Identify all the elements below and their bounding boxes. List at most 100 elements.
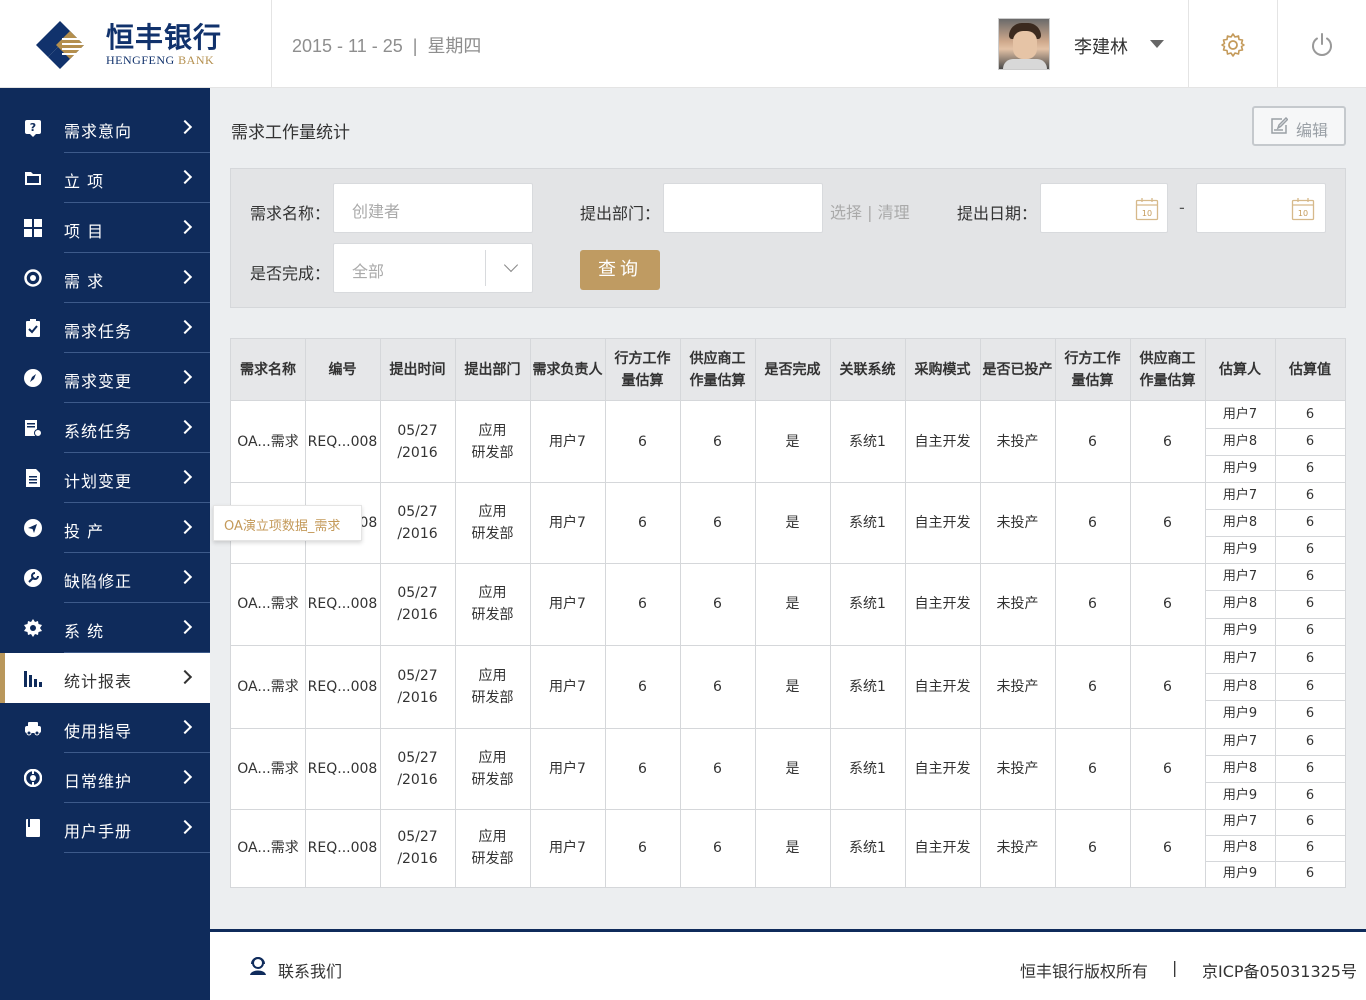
cell-estimator: 用户8 xyxy=(1222,596,1258,611)
sidebar-item-demand-task[interactable]: 需求任务 xyxy=(0,303,210,353)
doc-edit-icon xyxy=(25,420,42,437)
cell-estimate-value: 6 xyxy=(1305,706,1315,722)
sidebar-item-project-setup[interactable]: 立 项 xyxy=(0,153,210,203)
cell-text: 未投产 xyxy=(996,514,1039,531)
caret-down-icon[interactable] xyxy=(1150,40,1164,48)
sidebar-item-label: 需求变更 xyxy=(64,372,133,391)
cell-text: OA...需求 xyxy=(237,433,299,450)
column-header-text: 行方工作 xyxy=(614,351,671,367)
power-icon[interactable] xyxy=(1309,32,1335,58)
demand-name-input[interactable]: 创建者 xyxy=(333,183,533,233)
completed-select[interactable]: 全部 xyxy=(333,243,533,293)
bank-logo[interactable]: 恒丰银行 HENGFENG BANK xyxy=(36,20,236,70)
submit-date-label: 提出日期： xyxy=(957,204,1038,223)
cell-text: 是 xyxy=(785,760,800,777)
sidebar-item-demand[interactable]: 需 求 xyxy=(0,253,210,303)
sidebar-item-demand-change[interactable]: 需求变更 xyxy=(0,353,210,403)
query-button[interactable]: 查询 xyxy=(580,250,660,290)
column-header-text: 需求名称 xyxy=(240,362,296,378)
sidebar-item-system-task[interactable]: 系统任务 xyxy=(0,403,210,453)
cell-estimator: 用户8 xyxy=(1222,433,1258,449)
contact-icon xyxy=(250,957,266,975)
cell-text: 6 xyxy=(1163,840,1172,856)
sidebar-item-user-guide[interactable]: 使用指导 xyxy=(0,703,210,753)
cell-text: 自主开发 xyxy=(914,678,971,695)
sidebar-item-daily-maintenance[interactable]: 日常维护 xyxy=(0,753,210,803)
cell-code: REQ...008 xyxy=(305,809,380,887)
cell-in-production: 未投产 xyxy=(980,563,1055,645)
gear-icon[interactable] xyxy=(1220,32,1246,58)
calendar-icon[interactable]: 10 xyxy=(1135,197,1159,221)
cell-text: 用户7 xyxy=(549,678,586,695)
cell-demand-name: OA...需求 xyxy=(231,809,305,887)
user-name[interactable]: 李建林 xyxy=(1074,33,1128,59)
sidebar-item-demand-intent[interactable]: ? 需求意向 xyxy=(0,103,210,153)
cell-bank-estimate-2: 6 xyxy=(1055,728,1130,809)
sidebar-item-label: 投 产 xyxy=(64,522,105,541)
cell-code: REQ...008 xyxy=(305,728,380,809)
cell-text: 系统1 xyxy=(849,433,886,450)
cell-text: 6 xyxy=(1163,760,1172,777)
end-date-input[interactable]: 10 xyxy=(1196,183,1326,233)
filter-panel: 需求名称： 创建者 提出部门： 选择 | 清理 提出日期： 10 - 10 是否… xyxy=(230,168,1346,308)
car-icon xyxy=(25,722,41,736)
cell-text: 6 xyxy=(713,596,722,612)
sidebar-item-project[interactable]: 项 目 xyxy=(0,203,210,253)
cell-bank-estimate: 6 xyxy=(605,728,680,809)
sidebar-item-defect-fix[interactable]: 缺陷修正 xyxy=(0,553,210,603)
column-header-text: 量估算 xyxy=(1071,373,1114,389)
chevron-right-icon xyxy=(177,269,193,285)
cell-code: REQ...008 xyxy=(305,645,380,728)
cell-text: 6 xyxy=(1088,514,1097,531)
cell-bank-estimate-2: 6 xyxy=(1055,809,1130,887)
column-header-text: 估算人 xyxy=(1219,362,1261,378)
column-header-text: 采购模式 xyxy=(914,362,971,378)
cell-purchase-mode: 自主开发 xyxy=(905,645,980,728)
column-header-text: 作量估算 xyxy=(689,373,746,389)
cell-department: 应用 研发部 xyxy=(455,809,530,887)
column-header-text: 提出部门 xyxy=(464,362,521,378)
sidebar-item-production[interactable]: 投 产 xyxy=(0,503,210,553)
chevron-right-icon xyxy=(177,419,193,435)
cell-text: 用户7 xyxy=(549,433,586,450)
cell-text: 用户7 xyxy=(549,840,586,856)
sidebar-item-user-manual[interactable]: 用户手册 xyxy=(0,803,210,853)
cell-text: 05/27 xyxy=(397,667,438,684)
cell-system: 系统1 xyxy=(830,645,905,728)
column-header-text: 提出时间 xyxy=(389,362,446,378)
contact-us-link[interactable]: 联系我们 xyxy=(278,958,342,982)
cell-department: 应用 研发部 xyxy=(455,728,530,809)
sidebar-item-stat-report[interactable]: 统计报表 xyxy=(0,653,210,703)
cell-text: 6 xyxy=(1163,433,1172,450)
sidebar-item-system[interactable]: 系 统 xyxy=(0,603,210,653)
stats-table: 需求名称 编号 提出时间 提出部门 需求负责人 行方工作 量估算 供应商工 作量估算 是否完成 关联… xyxy=(230,338,1346,888)
header-divider xyxy=(1188,0,1189,88)
logo-cn-text: 恒丰银行 xyxy=(106,21,223,54)
cell-text: 05/27 xyxy=(397,829,438,845)
cell-text: 系统1 xyxy=(849,840,886,856)
start-date-input[interactable]: 10 xyxy=(1040,183,1168,233)
cell-bank-estimate-2: 6 xyxy=(1055,563,1130,645)
sidebar-item-label: 计划变更 xyxy=(64,472,133,491)
sidebar-item-label: 缺陷修正 xyxy=(64,572,133,591)
cell-bank-estimate: 6 xyxy=(605,401,680,482)
cell-text: /2016 xyxy=(397,771,438,788)
avatar[interactable] xyxy=(998,18,1050,70)
calendar-icon[interactable]: 10 xyxy=(1291,197,1315,221)
sidebar-item-plan-change[interactable]: 计划变更 xyxy=(0,453,210,503)
cell-demand-name: OA...需求 xyxy=(231,728,305,809)
cell-bank-estimate: 6 xyxy=(605,482,680,563)
book-icon xyxy=(26,819,40,837)
cell-estimator: 用户9 xyxy=(1222,866,1258,881)
department-select-clear-link[interactable]: 选择 | 清理 xyxy=(830,199,910,223)
cell-submit-date: 05/27/2016 xyxy=(380,482,455,563)
cell-text: REQ...008 xyxy=(307,760,378,777)
chevron-right-icon xyxy=(177,169,193,185)
completed-select-value: 全部 xyxy=(352,262,385,281)
chevron-down-icon[interactable] xyxy=(503,257,519,273)
sidebar-item-label: 需求任务 xyxy=(64,322,133,341)
cell-text: 研发部 xyxy=(471,607,514,623)
cell-text: 05/27 xyxy=(397,585,438,601)
department-input[interactable] xyxy=(663,183,823,233)
edit-button[interactable]: 编辑 xyxy=(1252,106,1346,146)
